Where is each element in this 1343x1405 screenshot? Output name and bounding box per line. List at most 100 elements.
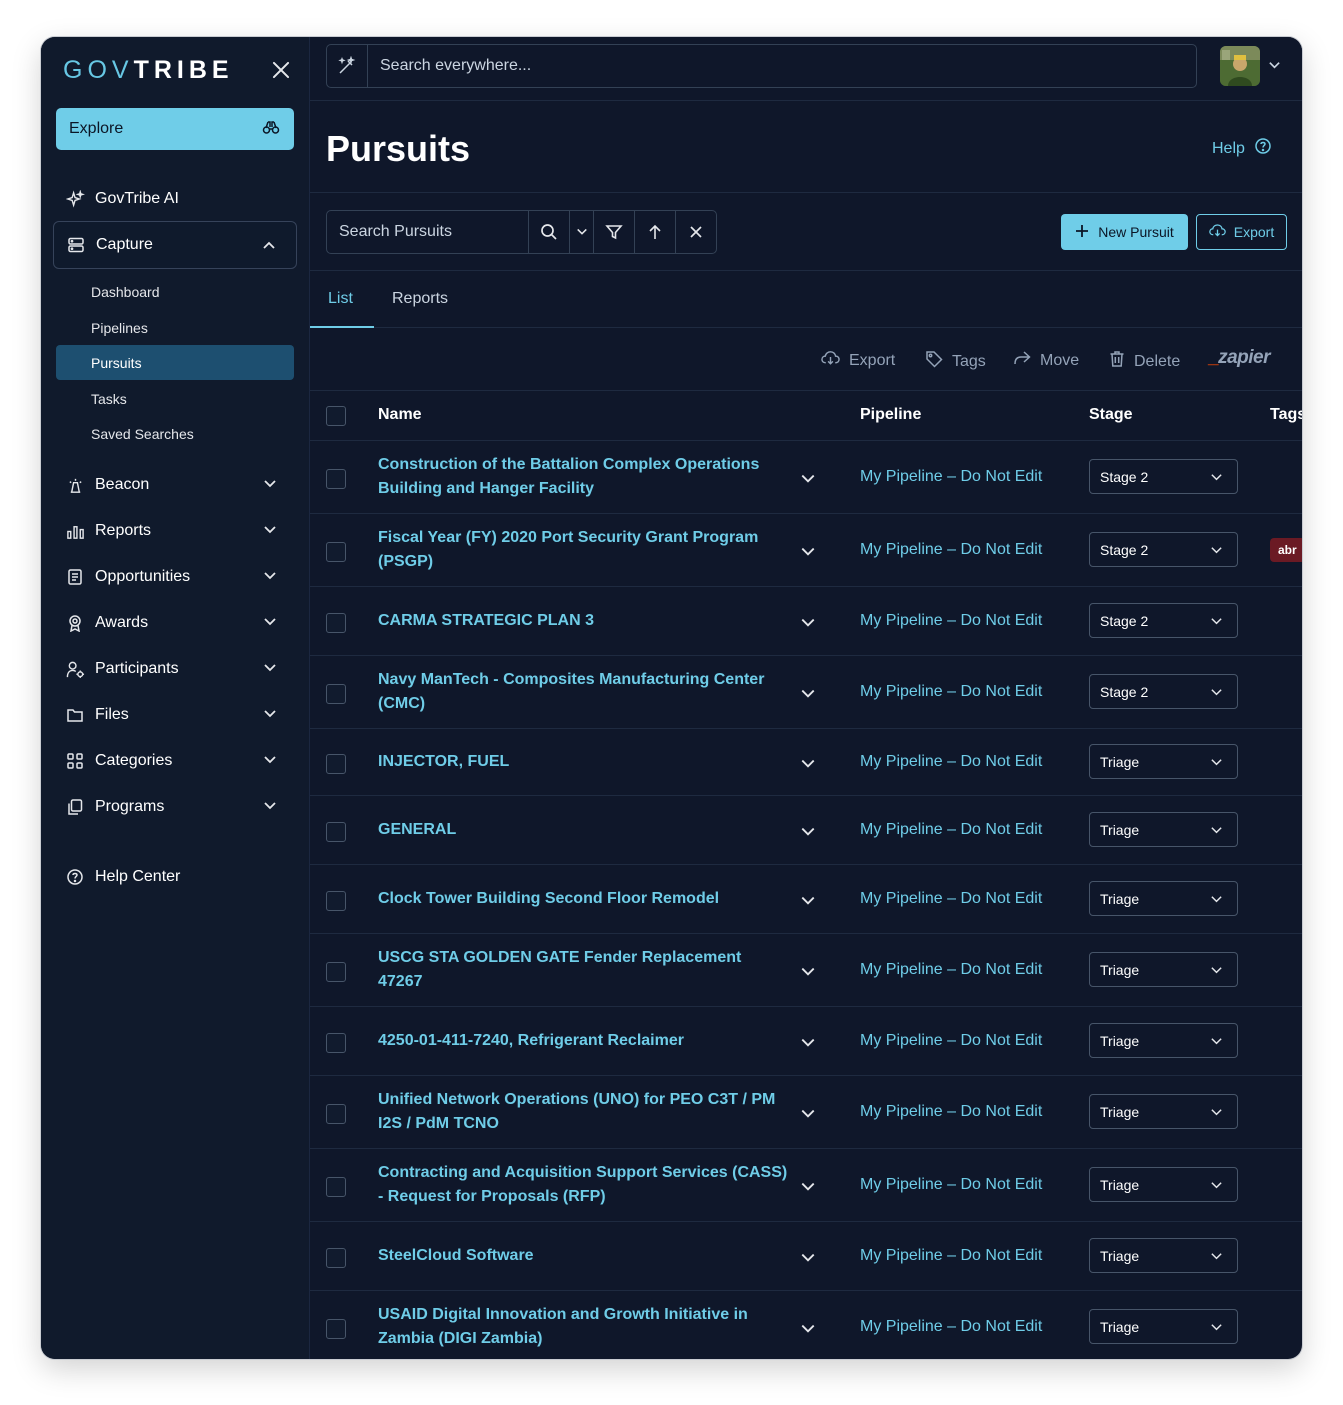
nav-beacon[interactable]: Beacon: [53, 463, 297, 507]
column-header-name[interactable]: Name: [378, 406, 422, 424]
avatar[interactable]: [1220, 46, 1260, 86]
nav-files[interactable]: Files: [53, 693, 297, 737]
pursuit-name-link[interactable]: INJECTOR, FUEL: [378, 750, 790, 774]
search-icon[interactable]: [529, 211, 570, 253]
pipeline-link[interactable]: My Pipeline – Do Not Edit: [860, 890, 1042, 908]
pipeline-link[interactable]: My Pipeline – Do Not Edit: [860, 541, 1042, 559]
tab-list[interactable]: List: [328, 290, 353, 308]
row-checkbox[interactable]: [326, 1248, 346, 1268]
nav-participants[interactable]: Participants: [53, 647, 297, 691]
bulk-move-action[interactable]: Move: [1013, 350, 1079, 371]
row-checkbox[interactable]: [326, 684, 346, 704]
chevron-down-icon[interactable]: [800, 544, 816, 565]
chevron-down-icon[interactable]: [800, 471, 816, 492]
stage-select[interactable]: Triage: [1089, 1238, 1238, 1273]
stage-select[interactable]: Triage: [1089, 881, 1238, 916]
row-checkbox[interactable]: [326, 542, 346, 562]
pursuit-name-link[interactable]: SteelCloud Software: [378, 1244, 790, 1268]
stage-select[interactable]: Triage: [1089, 1023, 1238, 1058]
pipeline-link[interactable]: My Pipeline – Do Not Edit: [860, 468, 1042, 486]
row-checkbox[interactable]: [326, 1177, 346, 1197]
stage-select[interactable]: Triage: [1089, 744, 1238, 779]
chevron-down-icon[interactable]: [800, 1106, 816, 1127]
nav-awards[interactable]: Awards: [53, 601, 297, 645]
search-pursuits-input[interactable]: Search Pursuits: [327, 211, 529, 253]
row-checkbox[interactable]: [326, 754, 346, 774]
pipeline-link[interactable]: My Pipeline – Do Not Edit: [860, 1247, 1042, 1265]
chevron-down-icon[interactable]: [800, 964, 816, 985]
row-checkbox[interactable]: [326, 1319, 346, 1339]
row-checkbox[interactable]: [326, 962, 346, 982]
export-button[interactable]: Export: [1196, 214, 1287, 250]
stage-select[interactable]: Triage: [1089, 1094, 1238, 1129]
pursuit-name-link[interactable]: Unified Network Operations (UNO) for PEO…: [378, 1088, 790, 1136]
row-checkbox[interactable]: [326, 1033, 346, 1053]
chevron-down-icon[interactable]: [800, 1179, 816, 1200]
stage-select[interactable]: Triage: [1089, 1309, 1238, 1344]
explore-button[interactable]: Explore: [56, 108, 294, 150]
nav-help-center[interactable]: Help Center: [53, 855, 297, 899]
chevron-down-icon[interactable]: [800, 893, 816, 914]
pipeline-link[interactable]: My Pipeline – Do Not Edit: [860, 821, 1042, 839]
filter-icon[interactable]: [594, 211, 635, 253]
zapier-logo[interactable]: _zapier: [1208, 347, 1270, 369]
pipeline-link[interactable]: My Pipeline – Do Not Edit: [860, 961, 1042, 979]
chevron-down-icon[interactable]: [800, 615, 816, 636]
pursuit-name-link[interactable]: Clock Tower Building Second Floor Remode…: [378, 887, 790, 911]
tab-reports[interactable]: Reports: [392, 290, 448, 308]
pursuit-name-link[interactable]: 4250-01-411-7240, Refrigerant Reclaimer: [378, 1029, 790, 1053]
govtribe-logo[interactable]: GOVTRIBE: [63, 56, 234, 85]
stage-select[interactable]: Stage 2: [1089, 532, 1238, 567]
stage-select[interactable]: Stage 2: [1089, 603, 1238, 638]
column-header-pipeline[interactable]: Pipeline: [860, 406, 921, 424]
pipeline-link[interactable]: My Pipeline – Do Not Edit: [860, 753, 1042, 771]
row-checkbox[interactable]: [326, 1104, 346, 1124]
stage-select[interactable]: Stage 2: [1089, 674, 1238, 709]
global-search[interactable]: Search everywhere...: [326, 44, 1197, 88]
stage-select[interactable]: Stage 2: [1089, 459, 1238, 494]
sidebar-item-pipelines[interactable]: Pipelines: [56, 310, 294, 345]
pipeline-link[interactable]: My Pipeline – Do Not Edit: [860, 1176, 1042, 1194]
row-checkbox[interactable]: [326, 613, 346, 633]
chevron-down-icon[interactable]: [570, 211, 594, 253]
nav-opportunities[interactable]: Opportunities: [53, 555, 297, 599]
close-sidebar-icon[interactable]: [269, 58, 293, 82]
sidebar-item-pursuits[interactable]: Pursuits: [56, 345, 294, 380]
chevron-down-icon[interactable]: [800, 1250, 816, 1271]
chevron-down-icon[interactable]: [800, 1035, 816, 1056]
help-link[interactable]: Help: [1212, 137, 1272, 160]
select-all-checkbox[interactable]: [326, 406, 346, 426]
chevron-down-icon[interactable]: [800, 824, 816, 845]
column-header-stage[interactable]: Stage: [1089, 406, 1133, 424]
stage-select[interactable]: Triage: [1089, 1167, 1238, 1202]
nav-reports[interactable]: Reports: [53, 509, 297, 553]
nav-capture[interactable]: Capture: [53, 221, 297, 269]
nav-govtribe-ai[interactable]: GovTribe AI: [53, 177, 297, 221]
pipeline-link[interactable]: My Pipeline – Do Not Edit: [860, 683, 1042, 701]
pursuit-name-link[interactable]: USAID Digital Innovation and Growth Init…: [378, 1303, 790, 1351]
global-search-input[interactable]: Search everywhere...: [368, 57, 531, 75]
pipeline-link[interactable]: My Pipeline – Do Not Edit: [860, 1032, 1042, 1050]
chevron-down-icon[interactable]: [800, 1321, 816, 1342]
nav-programs[interactable]: Programs: [53, 785, 297, 829]
pipeline-link[interactable]: My Pipeline – Do Not Edit: [860, 1318, 1042, 1336]
bulk-export-action[interactable]: Export: [821, 350, 895, 371]
tag-badge[interactable]: abr: [1270, 538, 1302, 562]
pursuit-name-link[interactable]: Navy ManTech - Composites Manufacturing …: [378, 668, 790, 716]
pursuit-name-link[interactable]: Contracting and Acquisition Support Serv…: [378, 1161, 790, 1209]
chevron-down-icon[interactable]: [1268, 59, 1281, 77]
row-checkbox[interactable]: [326, 891, 346, 911]
sidebar-item-saved-searches[interactable]: Saved Searches: [56, 416, 294, 451]
row-checkbox[interactable]: [326, 469, 346, 489]
bulk-delete-action[interactable]: Delete: [1109, 350, 1180, 373]
bulk-tags-action[interactable]: Tags: [925, 350, 986, 373]
pipeline-link[interactable]: My Pipeline – Do Not Edit: [860, 612, 1042, 630]
magic-wand-icon[interactable]: [327, 45, 368, 87]
pipeline-link[interactable]: My Pipeline – Do Not Edit: [860, 1103, 1042, 1121]
stage-select[interactable]: Triage: [1089, 812, 1238, 847]
sidebar-item-dashboard[interactable]: Dashboard: [56, 274, 294, 309]
pursuit-name-link[interactable]: USCG STA GOLDEN GATE Fender Replacement …: [378, 946, 790, 994]
chevron-down-icon[interactable]: [800, 686, 816, 707]
pursuit-name-link[interactable]: Fiscal Year (FY) 2020 Port Security Gran…: [378, 526, 790, 574]
sort-up-icon[interactable]: [635, 211, 676, 253]
